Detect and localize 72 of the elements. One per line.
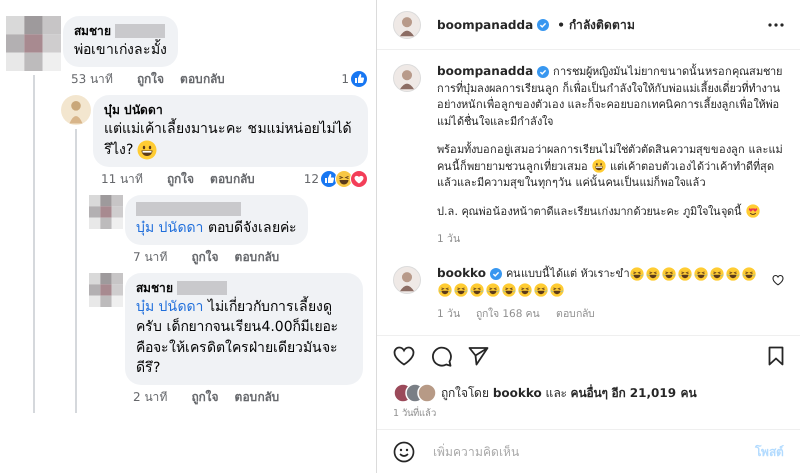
pixelated-avatar[interactable] xyxy=(89,194,123,229)
action-link[interactable]: ตอบกลับ xyxy=(234,248,280,266)
following-status[interactable]: กำลังติดตาม xyxy=(568,16,635,34)
comment-time: 1 วัน xyxy=(437,306,460,322)
laughing-face-icon xyxy=(694,266,708,281)
comment-text: แต่แม่เค้าเลี้ยงมานะคะ ชมแม่หน่อยไม่ได้รึไง? xyxy=(104,119,357,160)
liker-avatars-drawing xyxy=(393,382,437,403)
comment-likes[interactable]: ถูกใจ 168 คน xyxy=(476,306,540,322)
commenter-name[interactable]: บุ๋ม ปนัดดา xyxy=(104,101,164,120)
mention-link[interactable]: บุ๋ม ปนัดดา xyxy=(136,220,204,236)
timestamp: 2 นาที xyxy=(133,389,168,406)
commenter-name[interactable]: สมชาย xyxy=(74,22,111,40)
laughing-face-icon xyxy=(454,283,468,298)
post-date: 1 วันที่แล้ว xyxy=(393,406,438,421)
laughing-face-icon xyxy=(646,266,660,281)
pixelated-avatar[interactable] xyxy=(89,273,123,308)
reply-link[interactable]: ตอบกลับ xyxy=(556,306,595,322)
username-link[interactable]: boompanadda xyxy=(437,16,534,34)
separator-dot: • xyxy=(557,16,565,34)
laughing-face-icon xyxy=(710,266,724,281)
send-icon[interactable] xyxy=(468,346,489,366)
laughing-face-icon xyxy=(678,266,692,281)
reaction-count: 12 xyxy=(304,170,319,188)
like-comment-icon[interactable] xyxy=(772,274,784,286)
caption-text: boompanadda การชมผู้หญิงมันไม่ยากขนาดนั้นหรอกคุณสมชาย การที่บุ๋มลงผลการเรียนลูก ก็เพื่อเป็นกำลังใจให้กับพ่อแม่เลี้ยงเดี่ยวที่ทำงานอย่างหนักเพื่อลูกของตัวเอง และก็จะคอยบอกเทคนิคการเลี้ยงลูกเพื่อให้พ่อแม่ได้ชื่นใจและมีกำลังใจ xyxy=(437,62,784,130)
action-link[interactable]: ถูกใจ xyxy=(167,170,194,188)
smiling-face-hearts-icon xyxy=(746,204,760,218)
profile-avatar[interactable] xyxy=(393,10,421,38)
laughing-face-icon xyxy=(486,283,500,298)
action-link[interactable]: ถูกใจ xyxy=(137,70,164,88)
username-link[interactable]: bookko xyxy=(437,266,486,280)
laughing-face-icon xyxy=(438,283,452,298)
profile-avatar[interactable] xyxy=(393,64,421,92)
action-link[interactable]: ถูกใจ xyxy=(191,388,218,406)
pixelated-avatar[interactable] xyxy=(6,16,61,71)
action-link[interactable]: ตอบกลับ xyxy=(210,170,256,188)
comment-text: บุ๋ม ปนัดดา ตอบดีจังเลยค่ะ xyxy=(136,218,297,238)
timestamp: 11 นาที xyxy=(101,170,144,188)
comment-text: พ่อเขาเก่งละมั้ง xyxy=(74,40,167,60)
timestamp: 53 นาที xyxy=(71,71,114,88)
more-options-icon[interactable] xyxy=(768,22,784,26)
profile-avatar[interactable] xyxy=(393,266,421,294)
laughing-face-icon xyxy=(502,283,516,298)
action-link[interactable]: ตอบกลับ xyxy=(180,70,226,88)
reaction-count: 1 xyxy=(341,71,349,88)
likes-summary[interactable]: ถูกใจโดย bookko และ คนอื่นๆ อีก 21,019 คน xyxy=(441,384,696,402)
laughing-face-icon xyxy=(534,283,548,298)
laughing-face-icon xyxy=(742,266,756,281)
laughing-face-icon xyxy=(662,266,676,281)
comment-text: bookko คนแบบนี้ได้แต่ หัวเราะขำ xyxy=(437,264,762,299)
mention-link[interactable]: บุ๋ม ปนัดดา xyxy=(136,299,204,316)
laughing-face-icon xyxy=(630,266,644,281)
commenter-name[interactable]: สมชาย xyxy=(136,279,173,298)
comment-text: บุ๋ม ปนัดดา ไม่เกี่ยวกับการเลี้ยงดูครับ เด็กยากจนเรียน4.00ก็มีเยอะ คือจะให้เครดิตใครฝ่ายเดียวมันจะดีรึ? xyxy=(136,297,352,378)
thumbs-up-icon xyxy=(350,70,368,88)
heart-icon[interactable] xyxy=(393,346,415,366)
timestamp: 7 นาที xyxy=(133,249,168,266)
laughing-face-icon xyxy=(550,283,564,298)
caption-text: ป.ล. คุณพ่อน้องหน้าตาดีและเรียนเก่งมากด้วยนะคะ ภูมิใจในจุดนี้ xyxy=(437,204,784,220)
username-link[interactable]: boompanadda xyxy=(437,64,534,78)
laughing-face-icon xyxy=(726,266,740,281)
grinning-face-icon xyxy=(137,140,158,160)
action-link[interactable]: ตอบกลับ xyxy=(234,388,280,406)
laughing-face-icon xyxy=(470,283,484,298)
caption-text: พร้อมทั้งบอกอยู่เสมอว่าผลการเรียนไม่ใช่ตัวตัดสินความสุขของลูก และแม่คนนี้ก็พยายามชวนลูกเที่ยวเสมอ แต่เค้าตอบตัวเองได้ว่าเค้าทำดีที่สุดแล้วและมีความสุขในทุกๆวัน แค่นั้นคนเป็นแม่ก็พอใจแล้ว xyxy=(437,142,784,191)
action-link[interactable]: ถูกใจ xyxy=(191,248,218,266)
grinning-face-icon xyxy=(592,159,606,174)
emoji-icon[interactable] xyxy=(393,440,415,462)
bookmark-icon[interactable] xyxy=(768,346,784,366)
laughing-face-icon xyxy=(518,283,532,298)
post-time: 1 วัน xyxy=(437,232,462,247)
comment-icon[interactable] xyxy=(431,346,452,367)
